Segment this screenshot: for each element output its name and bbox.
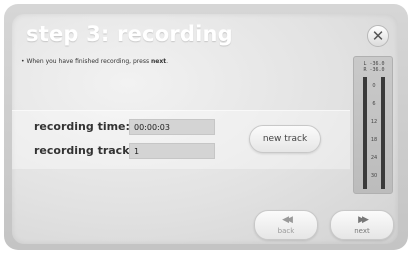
meter-tick: 24 bbox=[370, 155, 378, 161]
instruction-keyword: next bbox=[150, 58, 167, 65]
rewind-icon: ◀◀ bbox=[282, 214, 293, 225]
next-button[interactable]: ▶▶ next bbox=[330, 210, 394, 240]
meter-right-label: R -36.0 bbox=[363, 67, 385, 73]
back-button[interactable]: ◀◀ back bbox=[254, 210, 318, 240]
recording-time-value: 00:00:03 bbox=[129, 119, 215, 135]
back-label: back bbox=[277, 226, 295, 235]
recording-track-label: recording track: bbox=[34, 144, 134, 157]
meter-tick: 6 bbox=[372, 101, 376, 107]
meter-right-bar bbox=[381, 77, 385, 189]
meter-scale: 0 6 12 18 24 30 bbox=[368, 77, 380, 189]
new-track-button[interactable]: new track bbox=[249, 125, 321, 153]
next-label: next bbox=[354, 226, 370, 235]
instruction-suffix: . bbox=[166, 58, 168, 65]
meter-header: L -36.0 R -36.0 bbox=[354, 61, 394, 73]
meter-tick: 18 bbox=[370, 137, 378, 143]
dialog-title: step 3: recording bbox=[26, 22, 233, 46]
instruction-text: • When you have finished recording, pres… bbox=[21, 58, 168, 65]
meter-tick: 12 bbox=[370, 119, 378, 125]
level-meter: L -36.0 R -36.0 0 6 12 18 24 30 bbox=[353, 56, 393, 194]
close-icon: ✕ bbox=[371, 26, 385, 45]
instruction-prefix: • When you have finished recording, pres… bbox=[21, 58, 151, 65]
meter-tick: 0 bbox=[372, 83, 376, 89]
meter-left-bar bbox=[363, 77, 367, 189]
recording-time-label: recording time: bbox=[34, 120, 130, 133]
close-button[interactable]: ✕ bbox=[367, 25, 389, 47]
meter-tick: 30 bbox=[370, 173, 378, 179]
fast-forward-icon: ▶▶ bbox=[358, 214, 369, 225]
recording-track-value: 1 bbox=[129, 143, 215, 159]
